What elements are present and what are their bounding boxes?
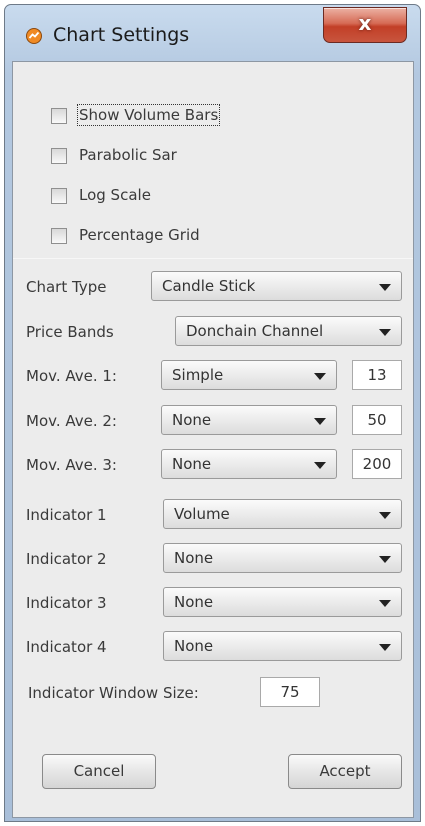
- indicator-2-label: Indicator 2: [26, 550, 107, 568]
- mov-ave-3-period-field[interactable]: 200: [352, 449, 402, 479]
- indicator-2-value: None: [174, 549, 214, 567]
- section-divider: [13, 258, 413, 259]
- chart-type-value: Candle Stick: [162, 277, 256, 295]
- indicator-1-select[interactable]: Volume: [163, 499, 402, 529]
- chart-settings-window: Chart Settings x Show Volume Bars Parabo…: [4, 4, 421, 822]
- indicator-4-select[interactable]: None: [163, 631, 402, 661]
- indicator-3-value: None: [174, 593, 214, 611]
- window-size-field[interactable]: 75: [260, 677, 320, 707]
- price-bands-select[interactable]: Donchain Channel: [175, 316, 402, 346]
- mov-ave-2-period-field[interactable]: 50: [352, 405, 402, 435]
- checkbox-label: Log Scale: [79, 186, 151, 204]
- mov-ave-3-select[interactable]: None: [161, 449, 337, 479]
- indicator-3-select[interactable]: None: [163, 587, 402, 617]
- checkbox-box[interactable]: [51, 108, 67, 124]
- chevron-down-icon: [379, 556, 391, 563]
- mov-ave-2-value: None: [172, 411, 212, 429]
- checkbox-box[interactable]: [51, 228, 67, 244]
- chevron-down-icon: [379, 329, 391, 336]
- checkbox-label: Parabolic Sar: [79, 146, 177, 164]
- window-title: Chart Settings: [53, 24, 190, 46]
- chevron-down-icon: [379, 512, 391, 519]
- indicator-1-label: Indicator 1: [26, 506, 107, 524]
- mov-ave-3-label: Mov. Ave. 3:: [26, 456, 117, 474]
- title-bar[interactable]: Chart Settings x: [5, 5, 420, 61]
- chevron-down-icon: [379, 284, 391, 291]
- mov-ave-1-select[interactable]: Simple: [161, 360, 337, 390]
- indicator-3-label: Indicator 3: [26, 594, 107, 612]
- mov-ave-3-value: None: [172, 455, 212, 473]
- chevron-down-icon: [379, 644, 391, 651]
- chart-type-label: Chart Type: [26, 278, 107, 296]
- window-size-label: Indicator Window Size:: [28, 684, 199, 702]
- mov-ave-2-select[interactable]: None: [161, 405, 337, 435]
- indicator-4-value: None: [174, 637, 214, 655]
- checkbox-label: Show Volume Bars: [76, 104, 221, 126]
- settings-panel: Show Volume Bars Parabolic Sar Log Scale…: [12, 61, 414, 818]
- app-chart-icon: [26, 28, 42, 44]
- chevron-down-icon: [314, 373, 326, 380]
- mov-ave-1-period-field[interactable]: 13: [352, 360, 402, 390]
- close-button[interactable]: x: [323, 7, 407, 43]
- price-bands-value: Donchain Channel: [186, 322, 324, 340]
- chevron-down-icon: [314, 418, 326, 425]
- price-bands-label: Price Bands: [26, 323, 114, 341]
- accept-button[interactable]: Accept: [288, 754, 402, 789]
- chevron-down-icon: [379, 600, 391, 607]
- mov-ave-1-value: Simple: [172, 366, 224, 384]
- checkbox-box[interactable]: [51, 188, 67, 204]
- mov-ave-1-label: Mov. Ave. 1:: [26, 367, 117, 385]
- mov-ave-2-label: Mov. Ave. 2:: [26, 412, 117, 430]
- chevron-down-icon: [314, 462, 326, 469]
- close-icon: x: [358, 11, 372, 35]
- checkbox-label: Percentage Grid: [79, 226, 200, 244]
- indicator-2-select[interactable]: None: [163, 543, 402, 573]
- indicator-1-value: Volume: [174, 505, 230, 523]
- cancel-button[interactable]: Cancel: [42, 754, 156, 789]
- checkbox-box[interactable]: [51, 148, 67, 164]
- chart-type-select[interactable]: Candle Stick: [151, 271, 402, 301]
- indicator-4-label: Indicator 4: [26, 638, 107, 656]
